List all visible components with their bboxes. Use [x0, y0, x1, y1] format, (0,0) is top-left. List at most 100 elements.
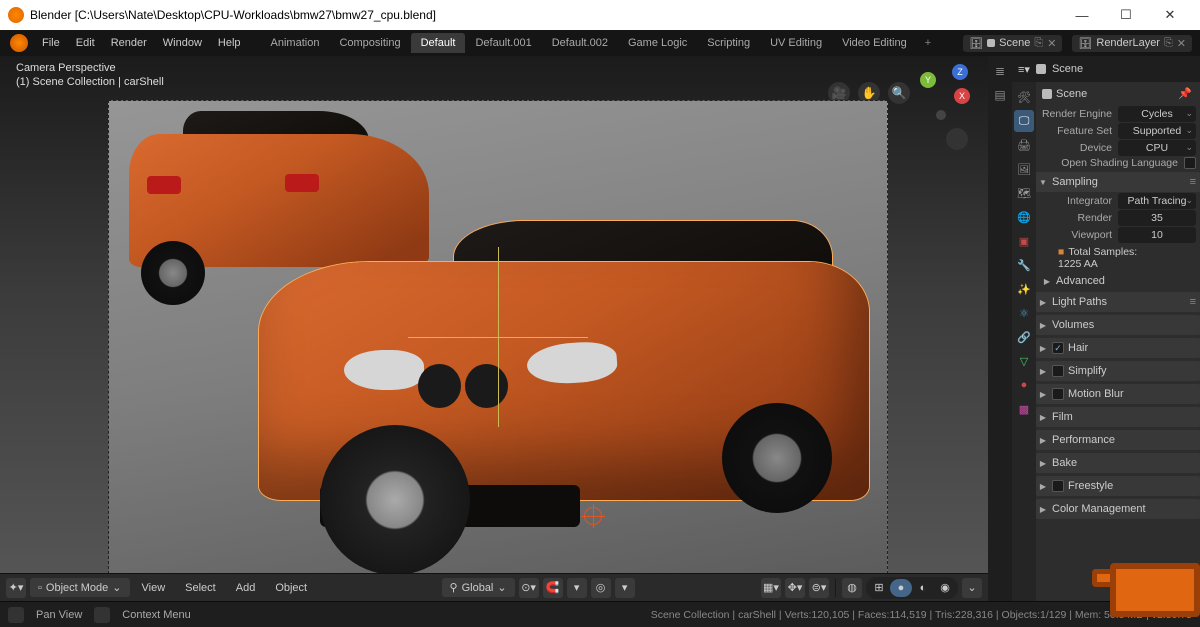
tab-particles-icon[interactable]: ✨ [1014, 278, 1034, 300]
shade-rendered-icon[interactable]: ◉ [934, 579, 956, 597]
film-panel[interactable]: ▶Film [1036, 407, 1200, 427]
orbit-gizmo[interactable]: Z Y X [918, 66, 972, 120]
filter-icon[interactable]: ▤ [990, 84, 1010, 106]
menu-select[interactable]: Select [177, 579, 224, 597]
xray-toggle[interactable]: ◍ [842, 578, 862, 598]
advanced-subpanel[interactable]: ▶Advanced [1040, 273, 1196, 289]
menu-window[interactable]: Window [155, 33, 210, 53]
tab-render-icon[interactable]: 🖵 [1014, 110, 1034, 132]
bake-panel[interactable]: ▶Bake [1036, 453, 1200, 473]
tab-material-icon[interactable]: ● [1014, 374, 1034, 396]
hair-checkbox[interactable]: ✓ [1052, 342, 1064, 354]
tab-viewlayer-icon[interactable]: 🖼 [1014, 158, 1034, 180]
render-samples-label: Render [1040, 212, 1116, 224]
simplify-checkbox[interactable] [1052, 365, 1064, 377]
pin-icon[interactable]: 📌 [1178, 87, 1194, 100]
tab-texture-icon[interactable]: ▩ [1014, 398, 1034, 420]
menu-help[interactable]: Help [210, 33, 249, 53]
shade-wireframe-icon[interactable]: ⊞ [868, 579, 890, 597]
scene-new-icon[interactable]: ⎘ [1034, 37, 1043, 50]
color-panel[interactable]: ▶Color Management [1036, 499, 1200, 519]
osl-checkbox[interactable] [1184, 157, 1196, 169]
layer-delete-icon[interactable]: ✕ [1177, 37, 1186, 50]
workspace-tab[interactable]: Scripting [697, 33, 760, 53]
context-path: Scene [1056, 88, 1087, 100]
axis-y[interactable]: Y [920, 72, 936, 88]
simplify-panel[interactable]: ▶Simplify [1036, 361, 1200, 381]
proportional-toggle[interactable]: ◎ [591, 578, 611, 598]
presets-icon[interactable]: ≡ [1190, 176, 1198, 188]
workspace-tab[interactable]: Default.002 [542, 33, 618, 53]
menu-add[interactable]: Add [228, 579, 264, 597]
shade-lookdev-icon[interactable]: ◐ [912, 579, 934, 597]
editor-type-selector[interactable]: ✦▾ [6, 578, 26, 598]
motionblur-panel[interactable]: ▶Motion Blur [1036, 384, 1200, 404]
motionblur-checkbox[interactable] [1052, 388, 1064, 400]
workspace-tab[interactable]: Video Editing [832, 33, 917, 53]
volumes-panel[interactable]: ▶Volumes [1036, 315, 1200, 335]
sampling-panel-header[interactable]: ▼Sampling≡ [1036, 172, 1200, 192]
menu-view[interactable]: View [134, 579, 174, 597]
mode-selector[interactable]: ▫ Object Mode ⌄ [30, 578, 130, 597]
proportional-selector[interactable]: ▾ [615, 578, 635, 598]
workspace-tab[interactable]: UV Editing [760, 33, 832, 53]
minimize-button[interactable]: — [1060, 0, 1104, 30]
snap-selector[interactable]: ▾ [567, 578, 587, 598]
render-samples-input[interactable]: 35 [1118, 210, 1196, 226]
workspace-add-button[interactable]: + [917, 33, 939, 53]
outliner-editor-icon[interactable]: ≣ [990, 60, 1010, 82]
feature-dropdown[interactable]: Supported [1118, 123, 1196, 139]
object-visibility-icon[interactable]: ▦▾ [761, 578, 781, 598]
shading-options-icon[interactable]: ⌄ [962, 578, 982, 598]
freestyle-panel[interactable]: ▶Freestyle [1036, 476, 1200, 496]
orientation-selector[interactable]: ⚲ Global ⌄ [442, 578, 515, 597]
tab-scene-icon[interactable]: 🗺 [1014, 182, 1034, 204]
menu-edit[interactable]: Edit [68, 33, 103, 53]
scene-name: Scene [999, 37, 1030, 49]
viewport-3d[interactable]: 🎥 ✋ 🔍 Z Y X [0, 56, 988, 573]
scene-selector[interactable]: 🗄 Scene ⎘ ✕ [963, 35, 1062, 52]
workspace-tab[interactable]: Game Logic [618, 33, 697, 53]
workspace-tab[interactable]: Animation [261, 33, 330, 53]
snap-toggle[interactable]: 🧲 [543, 578, 563, 598]
axis-x[interactable]: X [954, 88, 970, 104]
maximize-button[interactable]: ☐ [1104, 0, 1148, 30]
scene-delete-icon[interactable]: ✕ [1047, 37, 1056, 50]
device-dropdown[interactable]: CPU [1118, 140, 1196, 156]
presets-icon[interactable]: ≡ [1190, 296, 1198, 308]
tab-physics-icon[interactable]: ⚛ [1014, 302, 1034, 324]
tab-tool-icon[interactable]: 🛠 [1014, 86, 1034, 108]
hair-panel[interactable]: ▶✓Hair [1036, 338, 1200, 358]
viewlayer-selector[interactable]: 🗄 RenderLayer ⎘ ✕ [1072, 35, 1192, 52]
overlay-toggle[interactable]: ⊜▾ [809, 578, 829, 598]
layer-new-icon[interactable]: ⎘ [1164, 37, 1173, 50]
toggle-perspective-icon[interactable] [946, 128, 968, 150]
tab-modifiers-icon[interactable]: 🔧 [1014, 254, 1034, 276]
viewport-samples-input[interactable]: 10 [1118, 227, 1196, 243]
zoom-icon[interactable]: 🔍 [888, 82, 910, 104]
tab-object-icon[interactable]: ▣ [1014, 230, 1034, 252]
tab-output-icon[interactable]: 🖨 [1014, 134, 1034, 156]
workspace-tab[interactable]: Compositing [329, 33, 410, 53]
props-editor-type-icon[interactable]: ≡▾ [1018, 63, 1030, 76]
workspace-tab-active[interactable]: Default [411, 33, 466, 53]
engine-dropdown[interactable]: Cycles [1118, 106, 1196, 122]
tab-world-icon[interactable]: 🌐 [1014, 206, 1034, 228]
performance-panel[interactable]: ▶Performance [1036, 430, 1200, 450]
menu-file[interactable]: File [34, 33, 68, 53]
pivot-selector[interactable]: ⊙▾ [519, 578, 539, 598]
workspace-tab[interactable]: Default.001 [465, 33, 541, 53]
lightpaths-panel[interactable]: ▶Light Paths≡ [1036, 292, 1200, 312]
close-button[interactable]: ✕ [1148, 0, 1192, 30]
gizmo-toggle[interactable]: ✥▾ [785, 578, 805, 598]
tab-mesh-icon[interactable]: ▽ [1014, 350, 1034, 372]
integrator-dropdown[interactable]: Path Tracing [1118, 193, 1196, 209]
menu-render[interactable]: Render [103, 33, 155, 53]
freestyle-checkbox[interactable] [1052, 480, 1064, 492]
axis-z[interactable]: Z [952, 64, 968, 80]
blender-logo-icon[interactable] [10, 34, 28, 52]
axis-neg[interactable] [936, 110, 946, 120]
menu-object[interactable]: Object [267, 579, 315, 597]
shade-solid-icon[interactable]: ● [890, 579, 912, 597]
tab-constraints-icon[interactable]: 🔗 [1014, 326, 1034, 348]
